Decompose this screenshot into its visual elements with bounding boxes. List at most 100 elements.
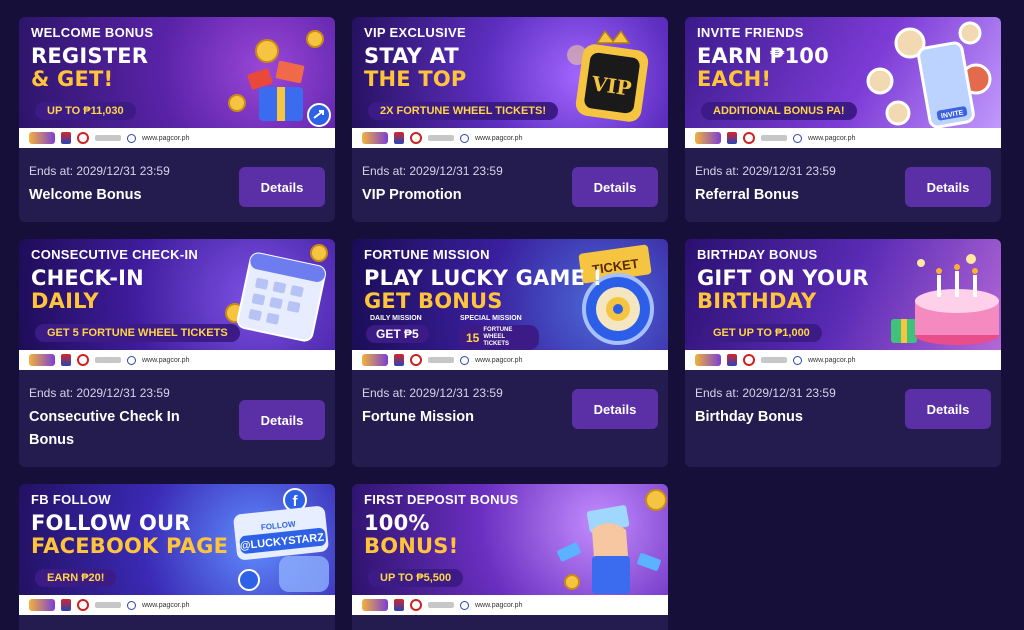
details-button[interactable]: Details [905, 389, 991, 429]
promo-info: Ends at: 2029/12/31 23:59 Fortune Missio… [352, 370, 668, 467]
details-button[interactable]: Details [572, 389, 658, 429]
banner-tag: FB FOLLOW [31, 492, 111, 507]
details-button[interactable]: Details [239, 167, 325, 207]
promo-banner[interactable]: f FOLLOW @LUCKYSTARZ FB FOLLOW FOLLOW OU… [19, 484, 335, 615]
responsible-gaming-icon [761, 357, 787, 363]
headline-line-2: DAILY [31, 289, 99, 313]
gift-box-coins-icon [228, 30, 331, 127]
promo-banner[interactable]: WELCOME BONUS REGISTER & GET! UP TO ₱11,… [19, 17, 335, 148]
headline-line-1: STAY AT [364, 44, 459, 68]
headline-line-1: REGISTER [31, 44, 149, 68]
banner-pill: GET UP TO ₱1,000 [701, 324, 822, 342]
promo-card-fb-follow[interactable]: f FOLLOW @LUCKYSTARZ FB FOLLOW FOLLOW OU… [19, 484, 335, 630]
site-url: www.pagcor.ph [142, 134, 190, 142]
responsible-gaming-icon [428, 357, 454, 363]
globe-icon [460, 355, 469, 365]
promo-info: Ends at: 2029/12/31 23:59 Consecutive Ch… [19, 370, 335, 467]
pagcor-logo-icon [394, 132, 404, 144]
promo-card-fortune-mission[interactable]: TICKET FORTUNE MISSION PLAY LUCKY GAME !… [352, 239, 668, 467]
headline-line-2: BIRTHDAY [697, 289, 817, 313]
promo-title: Referral Bonus [695, 187, 799, 203]
pagcor-logo-icon [61, 599, 71, 611]
banner-pill: 2X FORTUNE WHEEL TICKETS! [368, 102, 559, 120]
vip-crown-badge-icon: VIP [567, 29, 649, 122]
banner-headline: STAY AT THE TOP [364, 45, 564, 91]
banner-pill: GET 5 FORTUNE WHEEL TICKETS [35, 324, 240, 342]
globe-icon [127, 133, 136, 143]
promotions-grid: WELCOME BONUS REGISTER & GET! UP TO ₱11,… [19, 17, 1001, 630]
site-url: www.pagcor.ph [475, 601, 523, 609]
age-21-icon [743, 132, 755, 144]
lucky-starz-logo-icon [695, 354, 721, 366]
pagcor-logo-icon [394, 599, 404, 611]
site-url: www.pagcor.ph [475, 356, 523, 364]
promo-banner[interactable]: CONSECUTIVE CHECK-IN CHECK-IN DAILY GET … [19, 239, 335, 370]
banner-tag: INVITE FRIENDS [697, 25, 804, 40]
responsible-gaming-icon [95, 135, 121, 141]
lucky-starz-logo-icon [362, 132, 388, 144]
globe-icon [127, 355, 136, 365]
headline-line-1: EARN ₱100 [697, 44, 829, 68]
special-mission-label: SPECIAL MISSION [460, 315, 522, 322]
banner-headline: GIFT ON YOUR BIRTHDAY [697, 267, 917, 313]
special-mission-pill: 15 FORTUNE WHEEL TICKETS [458, 325, 540, 350]
promo-info: Ends at: 2029/12/31 23:59 Welcome Bonus … [19, 148, 335, 222]
promo-info: Ends at: 2029/12/31 23:59 Referral Bonus… [685, 148, 1001, 222]
banner-tag: CONSECUTIVE CHECK-IN [31, 247, 199, 262]
headline-line-2: THE TOP [364, 67, 467, 91]
responsible-gaming-icon [761, 135, 787, 141]
license-strip: www.pagcor.ph [352, 595, 668, 615]
age-21-icon [410, 599, 422, 611]
banner-headline: PLAY LUCKY GAME ! GET BONUS [364, 267, 624, 313]
pagcor-logo-icon [394, 354, 404, 366]
age-21-icon [77, 132, 89, 144]
headline-line-2: FACEBOOK PAGE [31, 534, 229, 558]
globe-icon [127, 600, 136, 610]
details-button[interactable]: Details [572, 167, 658, 207]
pagcor-logo-icon [61, 354, 71, 366]
headline-line-2: EACH! [697, 67, 772, 91]
promo-title: Consecutive Check In Bonus [29, 409, 180, 448]
promo-banner[interactable]: VIP VIP EXCLUSIVE STAY AT THE TOP 2X FOR… [352, 17, 668, 148]
site-url: www.pagcor.ph [142, 601, 190, 609]
promo-card-first-deposit[interactable]: FIRST DEPOSIT BONUS 100% BONUS! UP TO ₱5… [352, 484, 668, 630]
responsible-gaming-icon [95, 357, 121, 363]
details-button[interactable]: Details [905, 167, 991, 207]
banner-headline: 100% BONUS! [364, 512, 564, 558]
promo-card-birthday[interactable]: BIRTHDAY BONUS GIFT ON YOUR BIRTHDAY GET… [685, 239, 1001, 467]
banner-tag: WELCOME BONUS [31, 25, 154, 40]
promo-banner[interactable]: BIRTHDAY BONUS GIFT ON YOUR BIRTHDAY GET… [685, 239, 1001, 370]
special-mission-sub: FORTUNE WHEEL TICKETS [483, 327, 513, 347]
banner-pill: UP TO ₱5,500 [368, 569, 464, 587]
promo-title: VIP Promotion [362, 187, 462, 203]
lucky-starz-logo-icon [29, 599, 55, 611]
promo-card-referral[interactable]: INVITE INVITE FRIENDS EARN ₱100 EACH! AD… [685, 17, 1001, 222]
promo-banner[interactable]: INVITE INVITE FRIENDS EARN ₱100 EACH! AD… [685, 17, 1001, 148]
details-button[interactable]: Details [239, 400, 325, 440]
banner-headline: FOLLOW OUR FACEBOOK PAGE [31, 512, 261, 558]
banner-pill: EARN ₱20! [35, 569, 117, 587]
promo-card-vip[interactable]: VIP VIP EXCLUSIVE STAY AT THE TOP 2X FOR… [352, 17, 668, 222]
headline-line-1: FOLLOW OUR [31, 511, 191, 535]
license-strip: www.pagcor.ph [19, 350, 335, 370]
promo-card-welcome-bonus[interactable]: WELCOME BONUS REGISTER & GET! UP TO ₱11,… [19, 17, 335, 222]
license-strip: www.pagcor.ph [685, 350, 1001, 370]
promo-title: Welcome Bonus [29, 187, 142, 203]
promo-banner[interactable]: FIRST DEPOSIT BONUS 100% BONUS! UP TO ₱5… [352, 484, 668, 615]
responsible-gaming-icon [95, 602, 121, 608]
age-21-icon [410, 354, 422, 366]
headline-line-1: GIFT ON YOUR [697, 266, 869, 290]
promo-card-check-in[interactable]: CONSECUTIVE CHECK-IN CHECK-IN DAILY GET … [19, 239, 335, 467]
daily-mission-label: DAILY MISSION [370, 315, 422, 322]
banner-tag: FIRST DEPOSIT BONUS [364, 492, 519, 507]
license-strip: www.pagcor.ph [352, 350, 668, 370]
lucky-starz-logo-icon [695, 132, 721, 144]
daily-mission-pill: GET ₱5 [366, 325, 429, 343]
globe-icon [793, 355, 802, 365]
banner-pill: UP TO ₱11,030 [35, 102, 136, 120]
promo-banner[interactable]: TICKET FORTUNE MISSION PLAY LUCKY GAME !… [352, 239, 668, 370]
promo-info: Ends at: 2029/12/31 23:59 VIP Promotion … [352, 148, 668, 222]
lucky-starz-logo-icon [29, 354, 55, 366]
lucky-starz-logo-icon [362, 599, 388, 611]
pagcor-logo-icon [61, 132, 71, 144]
